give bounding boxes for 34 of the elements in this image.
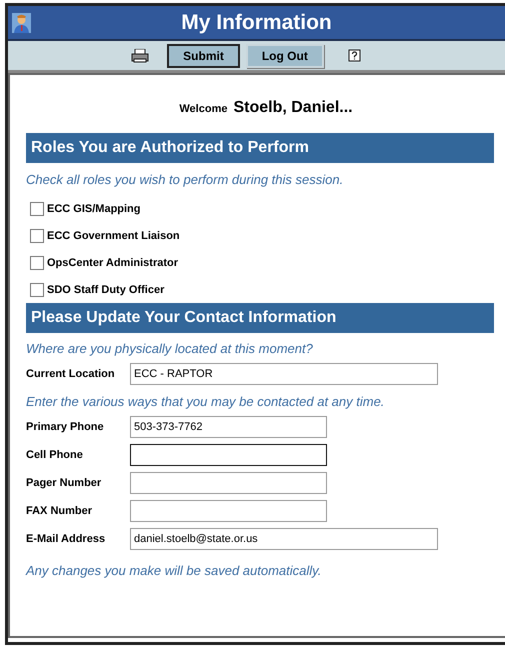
- input-field[interactable]: [130, 444, 327, 466]
- instruction-text: Where are you physically located at this moment?: [26, 341, 314, 356]
- checkbox[interactable]: [30, 282, 44, 296]
- field-label: E-Mail Address: [26, 533, 106, 545]
- help-icon[interactable]: [348, 48, 362, 62]
- input-field[interactable]: ECC - RAPTOR: [130, 363, 438, 385]
- checkbox[interactable]: [30, 202, 44, 216]
- input-field[interactable]: [130, 472, 327, 494]
- field-label: Cell Phone: [26, 449, 84, 461]
- printer-icon[interactable]: [131, 48, 150, 62]
- input-field[interactable]: 503-373-7762: [130, 416, 327, 438]
- input-field[interactable]: daniel.stoelb@state.or.us: [130, 528, 438, 550]
- section-heading: Roles You are Authorized to Perform: [26, 133, 494, 163]
- role-label: SDO Staff Duty Officer: [47, 284, 164, 296]
- person-icon: [12, 12, 31, 32]
- footer-note: Any changes you make will be saved automatically.: [26, 563, 322, 578]
- instruction-text: Enter the various ways that you may be contacted at any time.: [26, 394, 386, 409]
- instruction-text: Check all roles you wish to perform during this session.: [26, 172, 344, 187]
- role-label: OpsCenter Administrator: [47, 256, 178, 268]
- role-label: ECC Government Liaison: [47, 230, 180, 242]
- welcome-label: Welcome: [179, 103, 228, 115]
- user-name: Stoelb, Daniel...: [233, 99, 353, 117]
- toolbar-button[interactable]: Log Out: [246, 44, 324, 68]
- field-label: Pager Number: [26, 477, 102, 489]
- toolbar-button[interactable]: Submit: [167, 44, 240, 68]
- field-label: Current Location: [26, 368, 116, 380]
- checkbox[interactable]: [30, 256, 44, 270]
- field-label: FAX Number: [26, 505, 94, 517]
- checkbox[interactable]: [30, 228, 44, 242]
- role-label: ECC GIS/Mapping: [47, 202, 140, 214]
- window-title: My Information: [180, 10, 333, 34]
- section-heading: Please Update Your Contact Information: [26, 303, 494, 333]
- input-field[interactable]: [130, 500, 327, 522]
- field-label: Primary Phone: [26, 421, 105, 433]
